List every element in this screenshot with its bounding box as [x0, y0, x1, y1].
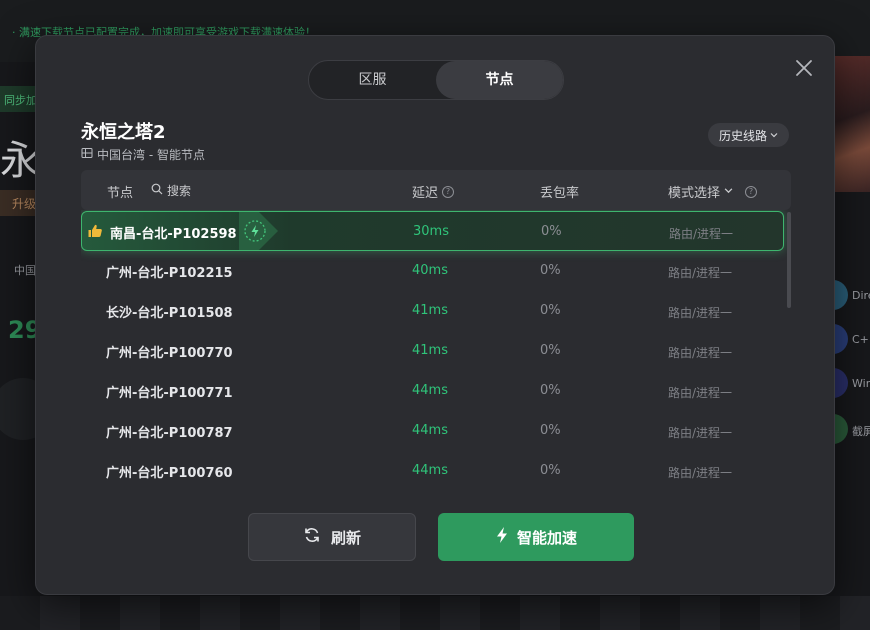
node-name: 南昌-台北-P102598: [110, 227, 237, 242]
thumbs-up-icon: [87, 223, 103, 239]
node-latency: 30ms: [413, 224, 449, 239]
game-artwork: [832, 56, 870, 192]
node-mode[interactable]: 路由/进程一: [668, 304, 732, 321]
node-mode[interactable]: 路由/进程一: [668, 264, 732, 281]
refresh-icon: [303, 526, 321, 548]
node-loss: 0%: [540, 263, 561, 278]
header-latency: 延迟 ?: [412, 182, 455, 201]
node-latency: 41ms: [412, 343, 448, 358]
table-row[interactable]: 南昌-台北-P102598 30ms 0% 路由/进程一: [81, 211, 784, 251]
node-name: 广州-台北-P102215: [106, 266, 233, 281]
node-list-scrollbar[interactable]: [787, 212, 791, 308]
tab-server[interactable]: 区服: [309, 61, 436, 99]
node-name: 广州-台北-P100771: [106, 386, 233, 401]
header-mode-label: 模式选择: [668, 186, 721, 201]
side-item-label: C++: [852, 333, 870, 346]
smart-boost-button[interactable]: 智能加速: [438, 513, 634, 561]
header-mode[interactable]: 模式选择 ?: [668, 182, 758, 201]
tab-switcher: 区服 节点: [308, 60, 564, 100]
smart-boost-label: 智能加速: [516, 528, 577, 547]
node-name: 广州-台北-P100760: [106, 466, 233, 481]
table-row[interactable]: 长沙-台北-P101508 41ms 0% 路由/进程一: [81, 291, 784, 331]
node-select-dialog: 区服 节点 永恒之塔2 中国台湾 - 智能节点 历史线路 节点 搜索 延迟 ? …: [35, 35, 835, 595]
side-item-label: Dire: [852, 289, 870, 302]
info-icon[interactable]: ?: [442, 185, 455, 198]
game-subtitle: 中国台湾 - 智能节点: [81, 146, 205, 163]
table-row[interactable]: 广州-台北-P102215 40ms 0% 路由/进程一: [81, 251, 784, 291]
server-icon: [81, 147, 93, 162]
node-latency: 44ms: [412, 463, 448, 478]
search-input[interactable]: 搜索: [151, 182, 191, 199]
header-loss: 丢包率: [540, 186, 580, 201]
table-row[interactable]: 广州-台北-P100771 44ms 0% 路由/进程一: [81, 371, 784, 411]
close-icon[interactable]: [793, 57, 815, 79]
search-placeholder: 搜索: [167, 184, 192, 198]
refresh-label: 刷新: [330, 528, 361, 547]
lightning-icon: [495, 526, 509, 548]
history-route-button[interactable]: 历史线路: [708, 123, 789, 147]
tab-node[interactable]: 节点: [436, 61, 563, 99]
node-latency: 44ms: [412, 423, 448, 438]
background-footer: [0, 596, 870, 630]
header-node: 节点: [107, 186, 134, 201]
table-row[interactable]: 广州-台北-P100760 44ms 0% 路由/进程一: [81, 451, 784, 491]
node-list: 南昌-台北-P102598 30ms 0% 路由/进程一 广州-台北-P1022…: [81, 210, 791, 496]
info-icon[interactable]: ?: [745, 185, 758, 198]
node-name: 长沙-台北-P101508: [106, 306, 233, 321]
node-loss: 0%: [540, 383, 561, 398]
search-icon: [151, 183, 163, 198]
table-row[interactable]: 广州-台北-P100787 44ms 0% 路由/进程一: [81, 411, 784, 451]
refresh-button[interactable]: 刷新: [248, 513, 416, 561]
background-region: 中国: [14, 264, 36, 277]
history-route-label: 历史线路: [718, 128, 767, 143]
node-mode[interactable]: 路由/进程一: [668, 424, 732, 441]
node-name: 广州-台北-P100787: [106, 426, 233, 441]
node-loss: 0%: [540, 343, 561, 358]
node-loss: 0%: [541, 224, 562, 239]
node-latency: 41ms: [412, 303, 448, 318]
background-game-title: 永: [0, 138, 40, 184]
node-loss: 0%: [540, 303, 561, 318]
node-mode[interactable]: 路由/进程一: [669, 225, 733, 242]
node-loss: 0%: [540, 423, 561, 438]
side-item-label: 截屏: [852, 425, 870, 438]
side-item-label: Win: [852, 377, 870, 390]
node-latency: 40ms: [412, 263, 448, 278]
node-name: 广州-台北-P100770: [106, 346, 233, 361]
node-table-header: 节点 搜索 延迟 ? 丢包率 模式选择 ?: [81, 170, 791, 210]
header-latency-label: 延迟: [412, 186, 439, 201]
node-mode[interactable]: 路由/进程一: [668, 464, 732, 481]
chevron-down-icon: [770, 128, 778, 142]
boost-badge-icon: [239, 211, 279, 251]
node-loss: 0%: [540, 463, 561, 478]
table-row[interactable]: 广州-台北-P100770 41ms 0% 路由/进程一: [81, 331, 784, 371]
node-mode[interactable]: 路由/进程一: [668, 384, 732, 401]
node-latency: 44ms: [412, 383, 448, 398]
game-subtitle-text: 中国台湾 - 智能节点: [97, 148, 205, 162]
chevron-down-icon: [724, 184, 733, 199]
node-mode[interactable]: 路由/进程一: [668, 344, 732, 361]
game-title: 永恒之塔2: [81, 122, 166, 143]
